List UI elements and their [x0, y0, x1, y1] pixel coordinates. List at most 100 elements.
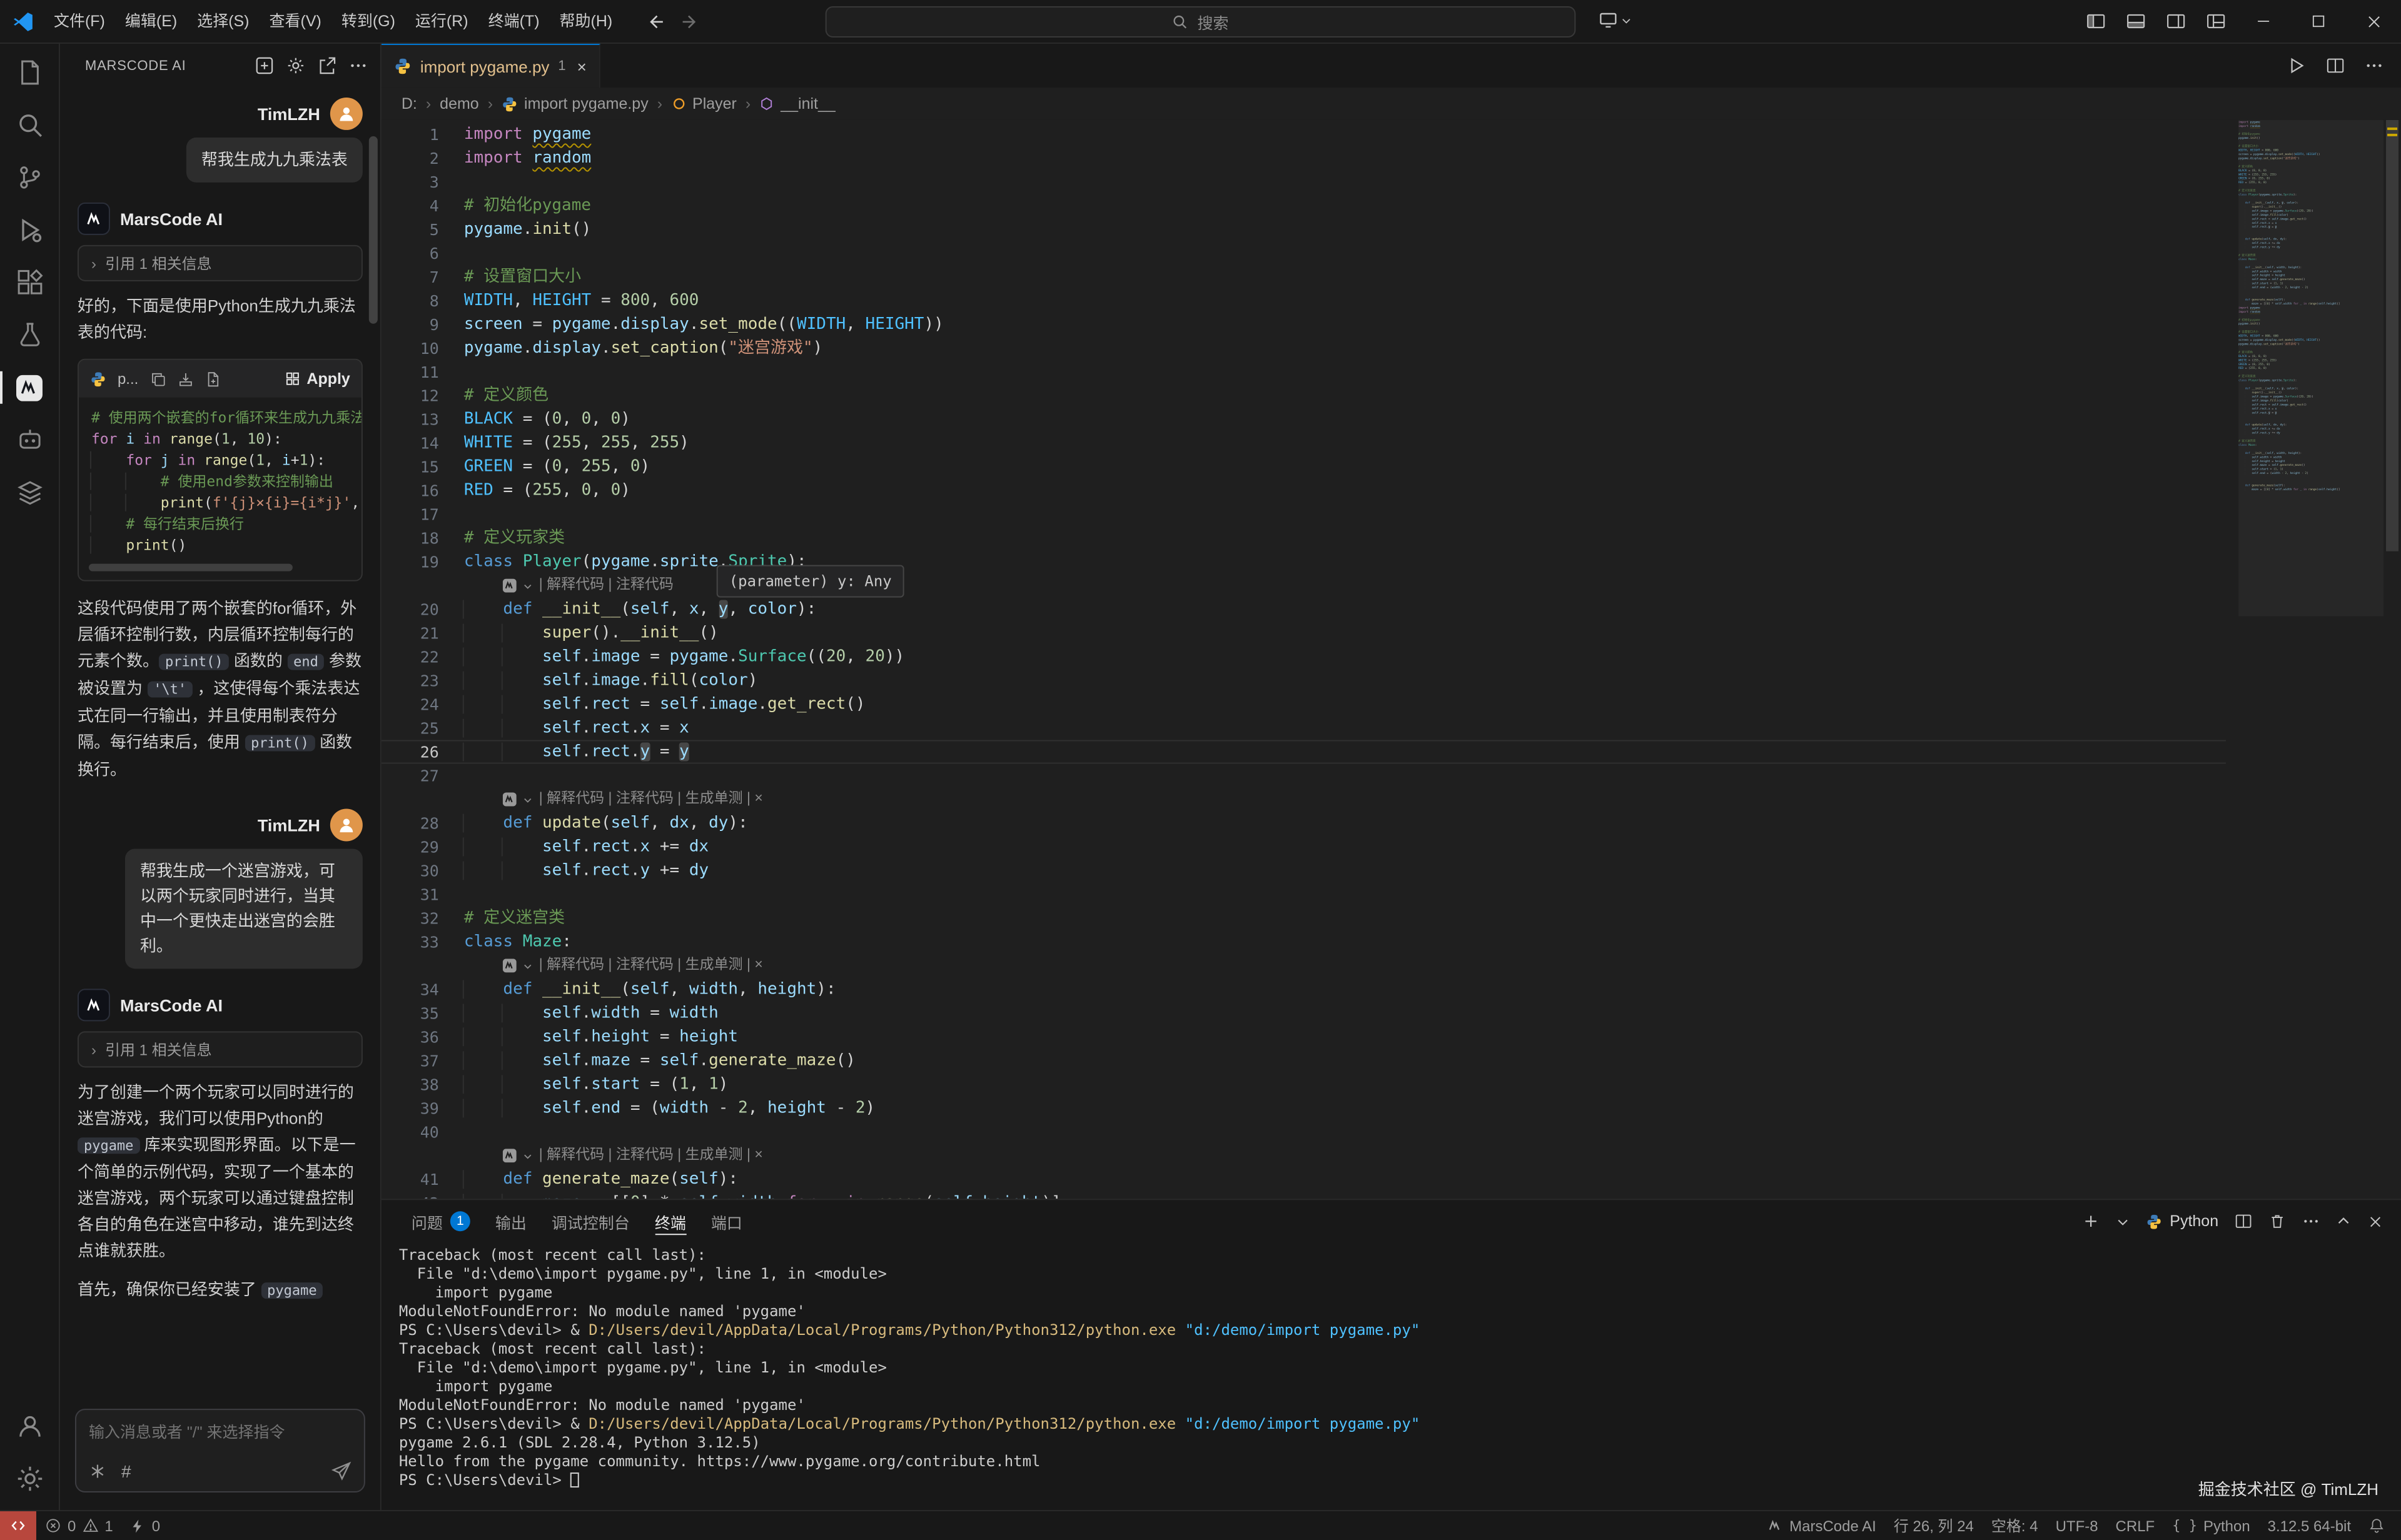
line-number[interactable]: 33: [382, 930, 439, 954]
line-number[interactable]: 37: [382, 1049, 439, 1072]
line-number[interactable]: 8: [382, 289, 439, 313]
run-button[interactable]: [2287, 56, 2306, 75]
line-number[interactable]: 7: [382, 265, 439, 289]
codelens-row[interactable]: | 解释代码 | 注释代码 | 生成单测 | ×: [382, 787, 2226, 811]
kill-terminal-icon[interactable]: [2268, 1212, 2286, 1230]
chat-settings-gear-icon[interactable]: [286, 56, 305, 75]
context-hash-button[interactable]: #: [121, 1461, 131, 1481]
panel-tab-输出[interactable]: 输出: [483, 1200, 539, 1242]
status-item-notifications[interactable]: [2360, 1511, 2393, 1540]
line-number[interactable]: 13: [382, 408, 439, 431]
forward-arrow-icon[interactable]: [681, 12, 700, 31]
line-number[interactable]: 18: [382, 526, 439, 550]
share-icon[interactable]: [318, 56, 336, 75]
line-number[interactable]: 32: [382, 906, 439, 930]
breadcrumb-item[interactable]: demo: [440, 95, 479, 113]
code-line[interactable]: 10pygame.display.set_caption("迷宫游戏"): [382, 336, 2226, 360]
code-line[interactable]: 38 self.start = (1, 1): [382, 1072, 2226, 1096]
line-number[interactable]: 22: [382, 645, 439, 669]
code-line[interactable]: 16RED = (255, 0, 0): [382, 479, 2226, 503]
line-number[interactable]: 5: [382, 218, 439, 241]
chat-input-box[interactable]: #: [75, 1409, 365, 1492]
line-number[interactable]: 17: [382, 503, 439, 526]
code-line[interactable]: 35 self.width = width: [382, 1001, 2226, 1025]
code-line[interactable]: 8WIDTH, HEIGHT = 800, 600: [382, 289, 2226, 313]
code-line[interactable]: 15GREEN = (0, 255, 0): [382, 455, 2226, 479]
code-line[interactable]: 14WHITE = (255, 255, 255): [382, 431, 2226, 455]
line-number[interactable]: 2: [382, 146, 439, 170]
code-line[interactable]: 31: [382, 882, 2226, 906]
editor-scrollbar[interactable]: [2383, 120, 2401, 1199]
minimize-button[interactable]: [2236, 0, 2291, 43]
menu-转到(G)[interactable]: 转到(G): [331, 8, 405, 35]
tab-close-icon[interactable]: ×: [577, 57, 587, 76]
new-file-icon[interactable]: [205, 371, 221, 387]
settings-gear-icon[interactable]: [0, 1452, 59, 1505]
remote-indicator[interactable]: [0, 1511, 36, 1540]
code-line[interactable]: 39 self.end = (width - 2, height - 2): [382, 1096, 2226, 1120]
chat-scrollbar[interactable]: [369, 136, 378, 324]
breadcrumb-item[interactable]: import pygame.py: [502, 95, 649, 113]
split-terminal-icon[interactable]: [2235, 1212, 2252, 1230]
code-line[interactable]: 17: [382, 503, 2226, 526]
run-debug-icon[interactable]: [0, 204, 59, 256]
line-number[interactable]: 28: [382, 811, 439, 835]
code-editor[interactable]: 1import pygame2import random34# 初始化pygam…: [382, 120, 2401, 1199]
maximize-panel-icon[interactable]: [2336, 1214, 2351, 1229]
code-line[interactable]: 22 self.image = pygame.Surface((20, 20)): [382, 645, 2226, 669]
layout-sidebar-left-icon[interactable]: [2076, 11, 2116, 31]
status-item-CRLF[interactable]: CRLF: [2107, 1511, 2164, 1540]
extensions-icon[interactable]: [0, 256, 59, 309]
line-number[interactable]: 1: [382, 123, 439, 146]
line-number[interactable]: 29: [382, 835, 439, 858]
code-line[interactable]: 13BLACK = (0, 0, 0): [382, 408, 2226, 431]
code-line[interactable]: 26 self.rect.y = y: [382, 740, 2226, 764]
problems-indicator[interactable]: 0 1: [36, 1511, 122, 1540]
code-line[interactable]: 3: [382, 170, 2226, 194]
panel-more-actions-icon[interactable]: [2302, 1212, 2320, 1230]
menu-终端(T)[interactable]: 终端(T): [478, 8, 550, 35]
code-line[interactable]: 29 self.rect.x += dx: [382, 835, 2226, 858]
line-number[interactable]: 9: [382, 313, 439, 336]
line-number[interactable]: 25: [382, 717, 439, 740]
line-number[interactable]: 23: [382, 669, 439, 693]
panel-tab-问题[interactable]: 问题1: [399, 1200, 483, 1242]
code-line[interactable]: 40: [382, 1120, 2226, 1144]
code-line[interactable]: 25 self.rect.x = x: [382, 717, 2226, 740]
line-number[interactable]: 4: [382, 194, 439, 218]
close-panel-icon[interactable]: [2367, 1213, 2383, 1229]
code-line[interactable]: 19class Player(pygame.sprite.Sprite):: [382, 550, 2226, 574]
menu-文件(F)[interactable]: 文件(F): [44, 8, 115, 35]
line-number[interactable]: 41: [382, 1167, 439, 1191]
menu-查看(V)[interactable]: 查看(V): [260, 8, 331, 35]
panel-tab-调试控制台[interactable]: 调试控制台: [539, 1200, 642, 1242]
code-line[interactable]: 32# 定义迷宫类: [382, 906, 2226, 930]
back-arrow-icon[interactable]: [645, 12, 664, 31]
line-number[interactable]: 26: [382, 740, 439, 764]
line-number[interactable]: 24: [382, 693, 439, 717]
line-number[interactable]: 36: [382, 1025, 439, 1049]
code-line[interactable]: 34 def __init__(self, width, height):: [382, 977, 2226, 1001]
line-number[interactable]: 19: [382, 550, 439, 574]
terminal[interactable]: Traceback (most recent call last): File …: [382, 1242, 2401, 1510]
breadcrumb-item[interactable]: __init__: [759, 95, 836, 113]
split-editor-icon[interactable]: [2326, 56, 2345, 75]
line-number[interactable]: 20: [382, 598, 439, 622]
menu-帮助(H)[interactable]: 帮助(H): [550, 8, 623, 35]
status-item-行 26, 列 24[interactable]: 行 26, 列 24: [1885, 1511, 1983, 1540]
code-line[interactable]: 37 self.maze = self.generate_maze(): [382, 1049, 2226, 1072]
source-control-icon[interactable]: [0, 151, 59, 204]
menu-选择(S)[interactable]: 选择(S): [187, 8, 259, 35]
minimap-slider[interactable]: [2238, 120, 2383, 617]
codelens-row[interactable]: | 解释代码 | 注释代码: [382, 574, 2226, 598]
chat-reference-toggle[interactable]: ›引用 1 相关信息: [78, 245, 363, 281]
layout-sidebar-right-icon[interactable]: [2156, 11, 2196, 31]
line-number[interactable]: 38: [382, 1072, 439, 1096]
code-line[interactable]: 11: [382, 360, 2226, 384]
status-item-Python[interactable]: { }Python: [2163, 1511, 2258, 1540]
editor-more-actions-icon[interactable]: [2365, 56, 2383, 75]
search-sidebar-icon[interactable]: [0, 99, 59, 151]
code-line[interactable]: 18# 定义玩家类: [382, 526, 2226, 550]
menu-运行(R)[interactable]: 运行(R): [405, 8, 478, 35]
codelens-row[interactable]: | 解释代码 | 注释代码 | 生成单测 | ×: [382, 954, 2226, 977]
